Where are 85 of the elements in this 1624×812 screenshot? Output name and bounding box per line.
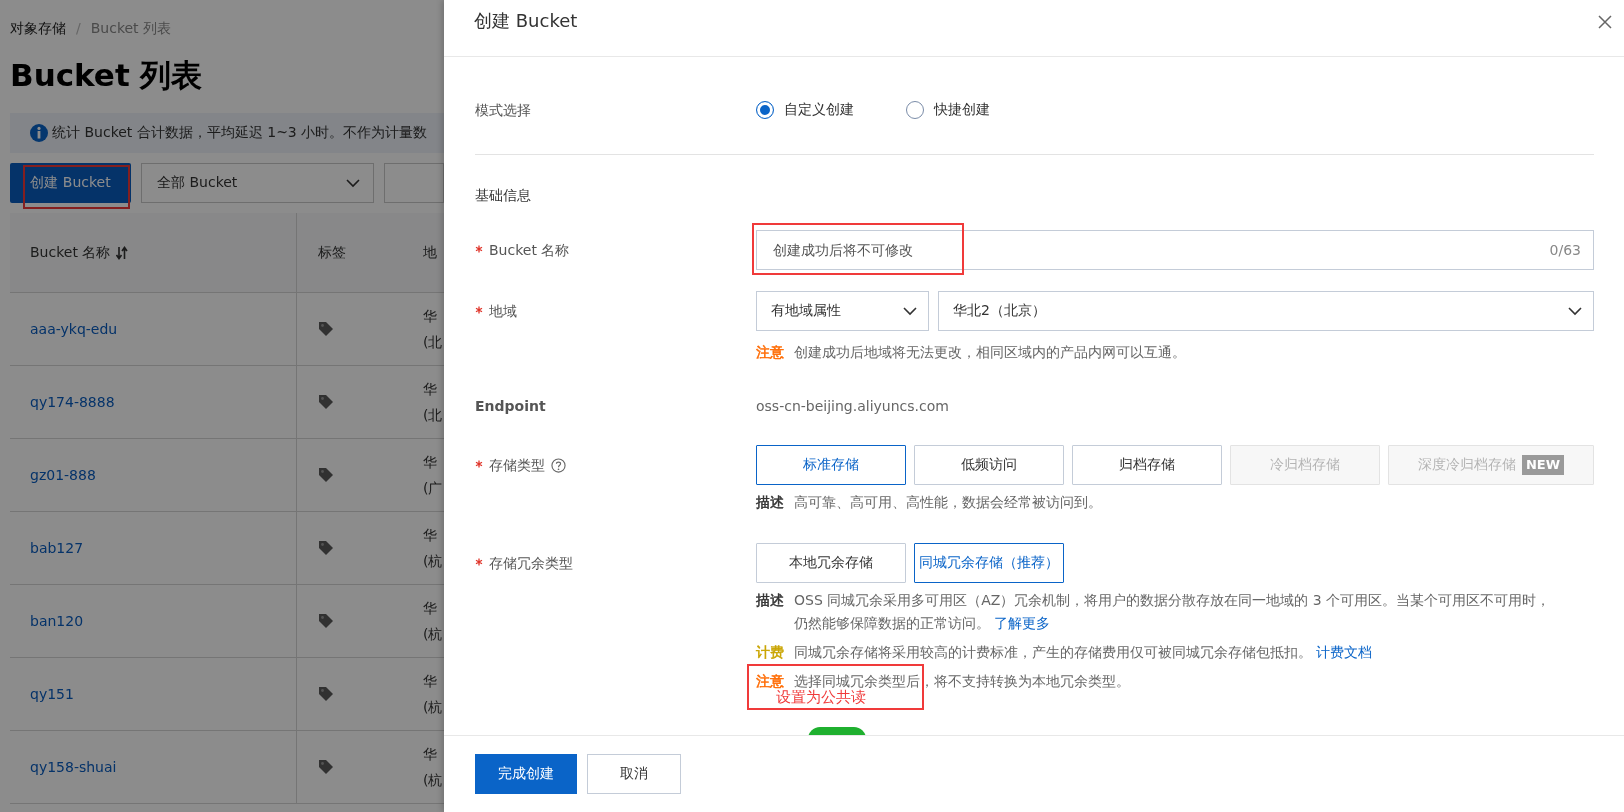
bucket-name-link[interactable]: qy174-8888 (30, 394, 115, 410)
radio-option[interactable]: 快捷创建 (906, 101, 990, 119)
radio-option[interactable]: 自定义创建 (756, 101, 854, 119)
region-text: 华 (423, 745, 437, 764)
text-input[interactable]: 创建成功后将不可修改 (771, 241, 1550, 259)
field-label: Endpoint (475, 397, 546, 416)
region-text: 华 (423, 380, 437, 399)
column-header: Bucket 名称 (30, 243, 111, 262)
field-label: 地域 (489, 302, 517, 321)
tag-icon (318, 759, 334, 775)
option-button[interactable]: 低频访问 (914, 445, 1064, 485)
breadcrumb-separator: / (76, 19, 81, 37)
input-field[interactable] (384, 163, 444, 203)
select-field[interactable]: 华北2（北京） (938, 291, 1594, 331)
field-label: 存储冗余类型 (489, 554, 573, 573)
note-label: 注意 (756, 672, 785, 690)
cancel-button[interactable]: 取消 (587, 754, 681, 794)
link[interactable]: 计费文档 (1316, 644, 1372, 660)
region-text: 华 (423, 672, 437, 691)
chevron-down-icon (1567, 304, 1583, 318)
new-badge: NEW (1521, 455, 1565, 475)
radio-circle[interactable] (906, 101, 924, 119)
link[interactable]: 了解更多 (994, 615, 1050, 631)
sort-icon (116, 245, 129, 260)
note-text: 同城冗余存储将采用较高的计费标准，产生的存储费用仅可被同城冗余存储包抵扣。 计费文档 (794, 643, 1373, 662)
region-text: 华 (423, 307, 437, 326)
select-field[interactable]: 有地域属性 (756, 291, 929, 331)
close-icon (1598, 15, 1612, 29)
region-text: (广 (423, 479, 443, 498)
column-header: 标签 (318, 243, 346, 262)
option-button[interactable]: 本地冗余存储 (756, 543, 906, 583)
region-text: 华 (423, 453, 437, 472)
tag-icon (318, 613, 334, 629)
column-header: 地 (423, 243, 437, 262)
bucket-name-link[interactable]: gz01-888 (30, 467, 96, 483)
section-title: 基础信息 (475, 186, 531, 205)
field-label: 存储类型 (489, 456, 545, 475)
bucket-name-link[interactable]: qy158-shuai (30, 759, 117, 775)
region-text: (杭 (423, 625, 443, 644)
character-counter: 0/63 (1549, 242, 1581, 258)
tag-icon (318, 321, 334, 337)
region-text: (杭 (423, 698, 443, 717)
drawer-title: 创建 Bucket (474, 9, 578, 33)
close-button[interactable] (1596, 13, 1614, 31)
bucket-name-link[interactable]: qy151 (30, 686, 74, 702)
filter-select[interactable]: 全部 Bucket (141, 163, 374, 203)
tag-icon (318, 467, 334, 483)
note-label: 计费 (756, 643, 785, 662)
chevron-down-icon (902, 304, 918, 318)
field-label: 模式选择 (475, 101, 531, 120)
note-text: OSS 同城冗余采用多可用区（AZ）冗余机制，将用户的数据分散存放在同一地域的 3 个可用区。当某个可用区不可用时，仍然能够保障数据的正常访问。 了解更多 (794, 591, 1552, 633)
option-button[interactable]: 同城冗余存储（推荐） (914, 543, 1064, 583)
info-icon (30, 124, 48, 142)
field-label: Bucket 名称 (489, 241, 570, 260)
breadcrumb-item[interactable]: 对象存储 (10, 19, 66, 37)
create-bucket-button[interactable]: 创建 Bucket (10, 163, 131, 203)
page-title: Bucket 列表 (10, 56, 204, 95)
note-text: 高可靠、高可用、高性能，数据会经常被访问到。 (794, 493, 1103, 512)
region-text: (杭 (423, 771, 443, 790)
region-text: 华 (423, 526, 437, 545)
note-text: 创建成功后地域将无法更改，相同区域内的产品内网可以互通。 (794, 343, 1187, 362)
tag-icon (318, 540, 334, 556)
tag-icon (318, 394, 334, 410)
note-text: 选择同城冗余类型后，将不支持转换为本地冗余类型。 (794, 672, 1131, 689)
endpoint-text: oss-cn-beijing.aliyuncs.com (756, 397, 950, 416)
radio-circle[interactable] (756, 101, 774, 119)
bucket-name-link[interactable]: aaa-ykq-edu (30, 321, 118, 337)
chevron-down-icon (345, 176, 361, 190)
note-label: 注意 (756, 343, 785, 362)
note-label: 描述 (756, 591, 785, 610)
option-button[interactable]: 归档存储 (1072, 445, 1222, 485)
tag-icon (318, 686, 334, 702)
region-text: (北 (423, 333, 443, 352)
option-button[interactable]: 标准存储 (756, 445, 906, 485)
region-text: (杭 (423, 552, 443, 571)
input-field[interactable]: 创建成功后将不可修改 0/63 (756, 230, 1594, 270)
region-text: 华 (423, 599, 437, 618)
note-label: 描述 (756, 493, 785, 512)
submit-button[interactable]: 完成创建 (475, 754, 577, 794)
bucket-name-link[interactable]: ban120 (30, 613, 84, 629)
bucket-name-link[interactable]: bab127 (30, 540, 84, 556)
region-text: (北 (423, 406, 443, 425)
breadcrumb-item: Bucket 列表 (90, 19, 172, 37)
annotation-text: 设置为公共读 (776, 688, 866, 706)
info-text: 统计 Bucket 合计数据，平均延迟 1~3 小时。不作为计量数 (52, 124, 428, 142)
